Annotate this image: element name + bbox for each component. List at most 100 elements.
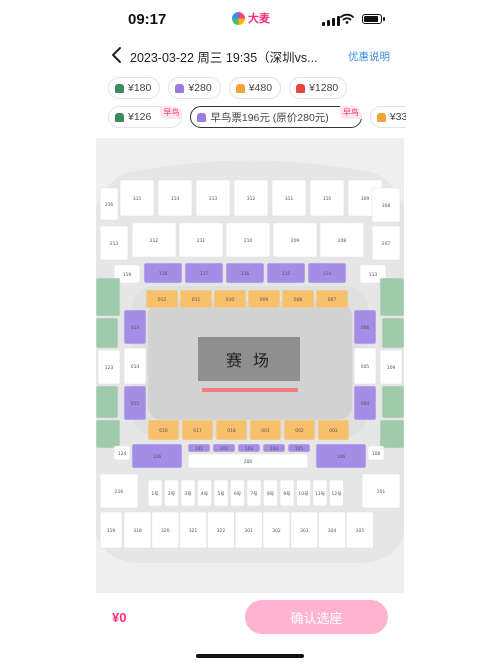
confirm-seat-button[interactable]: 确认选座: [245, 600, 388, 634]
seat-section-212[interactable]: 212: [131, 222, 177, 258]
seat-section-label: 11号: [315, 491, 326, 497]
seat-section-008[interactable]: 008: [281, 289, 315, 309]
price-chip-336[interactable]: ¥336 早: [369, 106, 406, 128]
seat-section-315[interactable]: 315: [119, 179, 155, 217]
seat-section-316[interactable]: 316: [99, 187, 119, 221]
seat-section-label: 004: [361, 401, 370, 407]
seat-section-012[interactable]: 012: [145, 289, 179, 309]
seat-section-320[interactable]: 320: [151, 511, 180, 549]
seat-section-310[interactable]: 310: [309, 179, 345, 217]
seat-section-[interactable]: [379, 277, 404, 317]
seat-map-canvas[interactable]: 赛 场 315 314 313 312 311 310 309 316 213 212 211 210…: [96, 138, 404, 593]
price-chip-early-bird-196[interactable]: 早鸟票196元 (原价280元) 早鸟: [190, 106, 362, 128]
seat-section-009[interactable]: 009: [247, 289, 281, 309]
seat-section-013[interactable]: 013: [123, 309, 147, 345]
seat-map[interactable]: 赛 场 315 314 313 312 311 310 309 316 213 212 211 210…: [96, 138, 404, 593]
seat-section-210[interactable]: 210: [225, 222, 271, 258]
seat-section-2号[interactable]: 2号: [164, 479, 179, 507]
seat-section-11号[interactable]: 11号: [312, 479, 328, 507]
back-arrow-icon[interactable]: [110, 46, 124, 64]
seat-section-322[interactable]: 322: [207, 511, 235, 549]
seat-section-5号[interactable]: 5号: [213, 479, 229, 507]
seat-section-321[interactable]: 321: [179, 511, 207, 549]
seat-section-102[interactable]: 102: [212, 443, 236, 453]
seat-section-1号[interactable]: 1号: [147, 479, 163, 507]
seat-section-003[interactable]: 003: [317, 419, 350, 441]
seat-section-label: 106: [337, 454, 346, 460]
seat-section-[interactable]: [96, 277, 121, 317]
seat-section-318[interactable]: 318: [123, 511, 152, 549]
seat-section-011[interactable]: 011: [179, 289, 213, 309]
seat-section-label: 006: [361, 325, 370, 331]
seat-section-304[interactable]: 304: [318, 511, 346, 549]
seat-section-005[interactable]: 005: [353, 347, 377, 385]
seat-section-6号[interactable]: 6号: [230, 479, 245, 507]
seat-section-010[interactable]: 010: [213, 289, 247, 309]
seat-section-002[interactable]: 002: [283, 419, 316, 441]
seat-section-308[interactable]: 308: [371, 187, 401, 223]
seat-section-001[interactable]: 001: [249, 419, 282, 441]
seat-section-126[interactable]: 126: [131, 443, 183, 469]
seat-section-[interactable]: [381, 317, 404, 349]
seat-section-319[interactable]: 319: [99, 511, 123, 549]
seat-section-108[interactable]: 108: [367, 445, 385, 461]
seat-section-314[interactable]: 314: [157, 179, 193, 217]
seat-section-104[interactable]: 104: [262, 443, 286, 453]
seat-section-208[interactable]: 208: [319, 222, 365, 258]
seat-section-105[interactable]: 105: [287, 443, 311, 453]
seat-section-115[interactable]: 115: [266, 262, 306, 284]
seat-section-123[interactable]: 123: [97, 349, 121, 385]
seat-section-007[interactable]: 007: [315, 289, 349, 309]
seat-section-303[interactable]: 303: [290, 511, 319, 549]
seat-section-103[interactable]: 103: [237, 443, 261, 453]
seat-section-12号[interactable]: 12号: [329, 479, 344, 507]
price-chip-180[interactable]: ¥180: [108, 77, 161, 99]
price-chip-480[interactable]: ¥480: [228, 77, 282, 99]
price-chip-280[interactable]: ¥280: [168, 77, 221, 99]
seat-section-116[interactable]: 116: [225, 262, 265, 284]
seat-section-313[interactable]: 313: [195, 179, 231, 217]
price-chip-1280[interactable]: ¥1280: [289, 77, 348, 99]
seat-section-9号[interactable]: 9号: [279, 479, 295, 507]
seat-section-209[interactable]: 209: [272, 222, 318, 258]
seat-section-004[interactable]: 004: [353, 385, 377, 421]
seat-section-124[interactable]: 124: [113, 445, 131, 461]
seat-section-018[interactable]: 018: [215, 419, 248, 441]
seat-section-106[interactable]: 106: [315, 443, 367, 469]
seat-section-[interactable]: [381, 385, 404, 419]
seat-section-207[interactable]: 207: [371, 225, 401, 261]
seat-section-[interactable]: [96, 385, 119, 419]
seat-section-211[interactable]: 211: [178, 222, 224, 258]
seat-section-305[interactable]: 305: [346, 511, 374, 549]
seat-section-3号[interactable]: 3号: [180, 479, 196, 507]
seat-section-016[interactable]: 016: [147, 419, 180, 441]
promo-info-link[interactable]: 优惠说明: [348, 49, 390, 64]
seat-section-10号[interactable]: 10号: [296, 479, 311, 507]
seat-section-8号[interactable]: 8号: [263, 479, 278, 507]
seat-section-006[interactable]: 006: [353, 309, 377, 345]
seat-section-101[interactable]: 101: [187, 443, 211, 453]
seat-section-114[interactable]: 114: [307, 262, 347, 284]
seat-section-[interactable]: [96, 419, 121, 449]
seat-section-311[interactable]: 311: [271, 179, 307, 217]
seat-section-201[interactable]: 201: [361, 473, 401, 509]
price-tier-row-2: ¥126 早鸟 早鸟票196元 (原价280元) 早鸟 ¥336 早: [108, 106, 406, 128]
seat-section-[interactable]: [379, 419, 404, 449]
seat-section-301[interactable]: 301: [234, 511, 263, 549]
seat-section-118[interactable]: 118: [143, 262, 183, 284]
seat-section-213[interactable]: 213: [99, 225, 129, 261]
seat-section-312[interactable]: 312: [233, 179, 269, 217]
seat-section-117[interactable]: 117: [184, 262, 224, 284]
seat-section-200[interactable]: 200: [187, 453, 309, 469]
seat-section-label: 7号: [250, 491, 258, 497]
seat-section-014[interactable]: 014: [123, 347, 147, 385]
seat-section-[interactable]: [96, 317, 119, 349]
seat-section-7号[interactable]: 7号: [246, 479, 262, 507]
seat-section-015[interactable]: 015: [123, 385, 147, 421]
seat-section-017[interactable]: 017: [181, 419, 214, 441]
price-chip-126[interactable]: ¥126 早鸟: [108, 106, 183, 128]
seat-section-302[interactable]: 302: [262, 511, 291, 549]
seat-section-109[interactable]: 109: [379, 349, 403, 385]
seat-section-216[interactable]: 216: [99, 473, 139, 509]
seat-section-4号[interactable]: 4号: [197, 479, 212, 507]
